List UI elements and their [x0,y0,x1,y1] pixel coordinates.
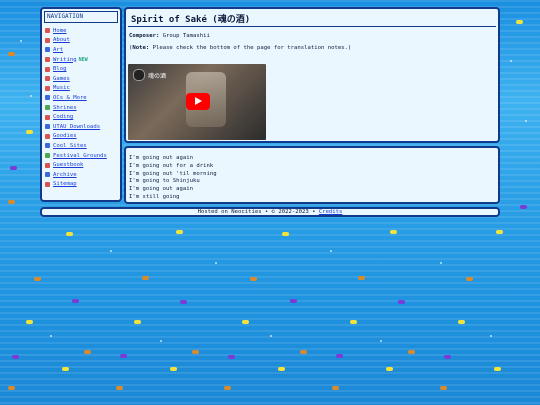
new-badge: NEW [78,56,88,63]
nav-link[interactable]: About [53,37,70,43]
book-icon [45,162,50,168]
nav-link[interactable]: Art [53,47,63,53]
composer-value: Group Tamashii [162,33,210,39]
nav-item-coding[interactable]: Coding [45,112,120,122]
archive-icon [45,172,50,178]
video-embed[interactable]: 魂の酒 [128,64,266,140]
video-header: 魂の酒 [133,69,166,81]
nav-item-festival-grounds[interactable]: Festival Grounds [45,151,120,161]
nav-link[interactable]: OCs & More [53,95,87,101]
nav-link[interactable]: Goodies [53,133,77,139]
nav-link[interactable]: UTAU Downloads [53,124,100,130]
music-icon [45,85,50,91]
translation-note: (Note: Please check the bottom of the pa… [129,45,495,51]
nav-link[interactable]: Music [53,85,70,91]
lyric-line: I'm going to Shinjuku [129,178,200,185]
nav-item-home[interactable]: Home [45,26,120,36]
nav-item-goodies[interactable]: Goodies [45,132,120,142]
nav-link[interactable]: Guestbook [53,162,83,168]
shrine-icon [45,105,50,111]
nav-item-guestbook[interactable]: Guestbook [45,160,120,170]
lyric-line: I'm going out 'til morning [129,170,217,177]
lyrics-list: I'm going out again I'm going out for a d… [129,155,498,202]
footer-text: Hosted on Neocities • © 2022-2023 • [197,209,319,215]
note-label: Note: [132,45,150,51]
globe-icon [45,143,50,149]
nav-link[interactable]: Writing [53,57,77,63]
pen-icon [45,57,50,63]
nav-item-writing[interactable]: Writing NEW [45,55,120,65]
page-title: Spirit of Saké (魂の酒) [128,11,496,27]
palette-icon [45,47,50,53]
nav-item-utau-downloads[interactable]: UTAU Downloads [45,122,120,132]
nav-item-ocs-more[interactable]: OCs & More [45,93,120,103]
nav-item-cool-sites[interactable]: Cool Sites [45,141,120,151]
person-icon [45,37,50,43]
nav-item-shrines[interactable]: Shrines [45,103,120,113]
composer-row: Composer: Group Tamashii [129,33,495,39]
journal-icon [45,66,50,72]
nav-item-archive[interactable]: Archive [45,170,120,180]
lyric-line: I'm going out for a drink [129,162,214,169]
gift-icon [45,133,50,139]
nav-item-games[interactable]: Games [45,74,120,84]
nav-link[interactable]: Blog [53,66,66,72]
nav-item-music[interactable]: Music [45,84,120,94]
navigation-header: NAVIGATION [44,11,118,23]
lyric-line: I'm still going [129,193,180,200]
song-panel: Spirit of Saké (魂の酒) Composer: Group Tam… [124,7,500,143]
navigation-list: Home About Art Writing NEW Blog Games Music OCs … [45,26,120,189]
nav-item-about[interactable]: About [45,36,120,46]
nav-link[interactable]: Cool Sites [53,143,87,149]
channel-avatar [133,69,145,81]
nav-link[interactable]: Home [53,28,66,34]
nav-item-art[interactable]: Art [45,45,120,55]
nav-link[interactable]: Archive [53,172,77,178]
controller-icon [45,76,50,82]
note-text: Please check the bottom of the page for … [152,45,352,51]
navigation-panel: NAVIGATION Home About Art Writing NEW Blog Gam… [40,7,122,202]
youtube-play-icon[interactable] [186,93,210,110]
download-icon [45,124,50,130]
credits-link[interactable]: Credits [319,209,343,215]
nav-link[interactable]: Games [53,76,70,82]
lyric-line: I'm going out again [129,155,193,161]
lyrics-panel: I'm going out again I'm going out for a d… [124,146,500,204]
footer: Hosted on Neocities • © 2022-2023 • Cred… [40,207,500,217]
nav-item-sitemap[interactable]: Sitemap [45,180,120,190]
home-icon [45,28,50,34]
nav-link[interactable]: Festival Grounds [53,153,107,159]
composer-label: Composer: [129,33,160,39]
flag-icon [45,153,50,159]
nav-link[interactable]: Sitemap [53,181,77,187]
code-icon [45,114,50,120]
nav-link[interactable]: Coding [53,114,73,120]
nav-item-blog[interactable]: Blog [45,64,120,74]
character-icon [45,95,50,101]
map-icon [45,181,50,187]
video-title: 魂の酒 [148,72,167,80]
nav-link[interactable]: Shrines [53,105,77,111]
lyric-line: I'm going out again [129,186,193,193]
